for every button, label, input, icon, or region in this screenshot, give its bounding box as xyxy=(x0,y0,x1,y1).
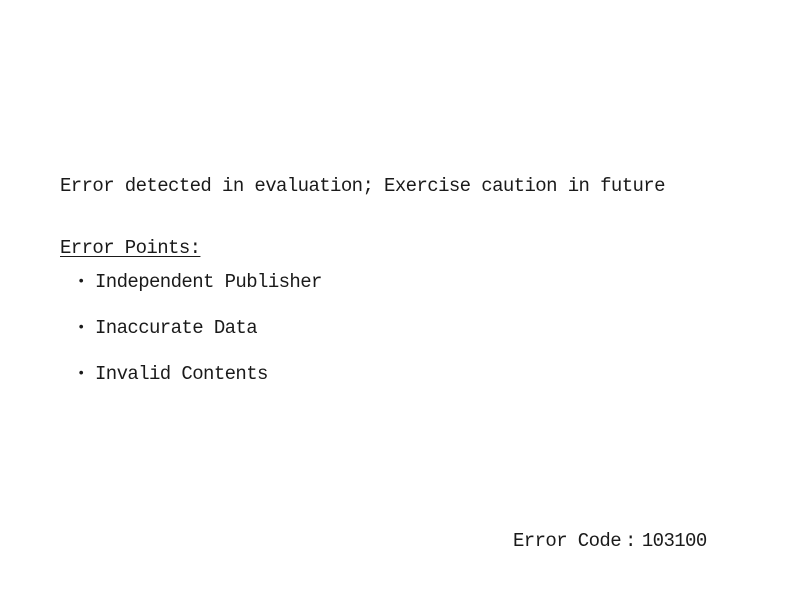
bullet-icon: • xyxy=(77,365,85,382)
error-message: Error detected in evaluation; Exercise c… xyxy=(60,175,666,197)
error-points-heading: Error Points: xyxy=(60,237,201,259)
error-code-value: 103100 xyxy=(641,530,707,552)
error-code: Error Code:103100 xyxy=(513,530,707,552)
error-code-label: Error Code xyxy=(513,530,622,552)
error-point-label: Independent Publisher xyxy=(95,270,322,293)
error-point-label: Inaccurate Data xyxy=(95,316,258,339)
error-point-label: Invalid Contents xyxy=(95,362,268,385)
error-point-item: • Invalid Contents xyxy=(77,362,322,385)
error-code-separator: : xyxy=(625,530,636,552)
error-points-list: • Independent Publisher • Inaccurate Dat… xyxy=(77,270,322,408)
bullet-icon: • xyxy=(77,319,85,336)
error-point-item: • Inaccurate Data xyxy=(77,316,322,339)
bullet-icon: • xyxy=(77,273,85,290)
error-point-item: • Independent Publisher xyxy=(77,270,322,293)
error-page: Error detected in evaluation; Exercise c… xyxy=(0,0,800,590)
